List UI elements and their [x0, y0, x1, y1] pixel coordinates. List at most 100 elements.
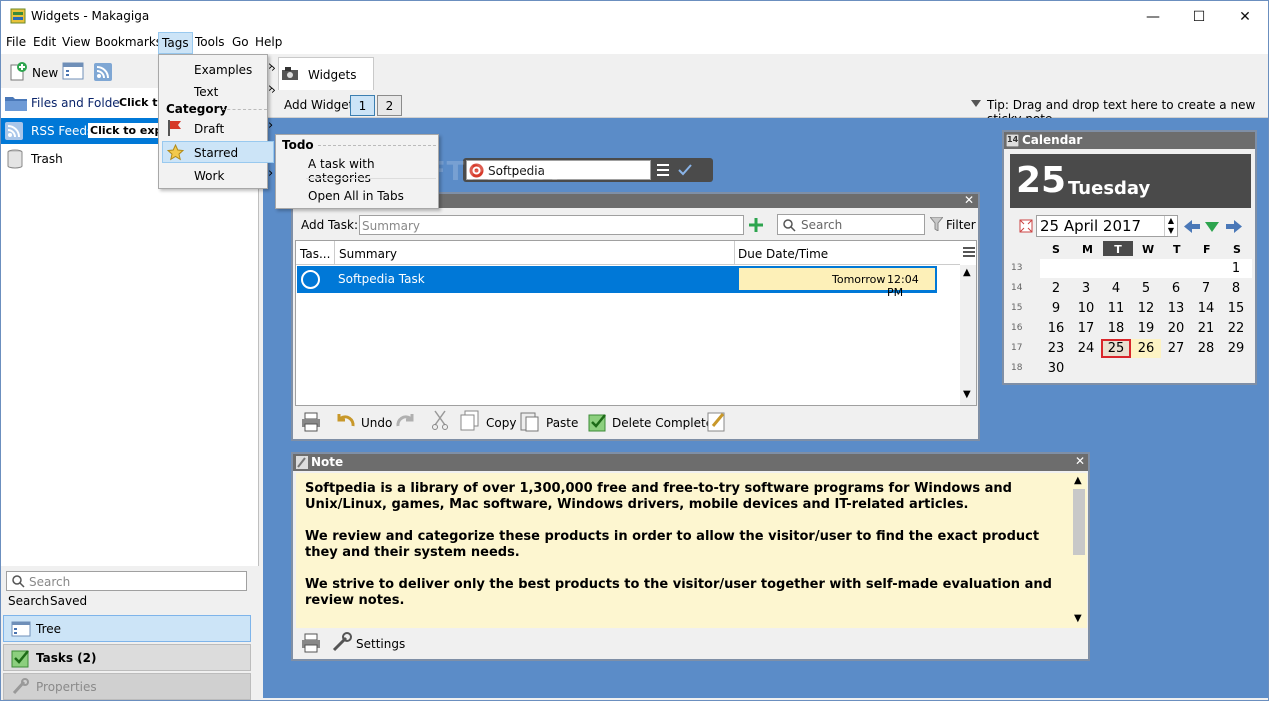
widget-view-icon[interactable]: [62, 62, 84, 80]
search-tab[interactable]: Search: [8, 594, 49, 608]
todo-search-input[interactable]: Search: [777, 214, 925, 235]
note-content[interactable]: Softpedia is a library of over 1,300,000…: [296, 473, 1071, 628]
menu-help[interactable]: Help: [255, 35, 282, 49]
paste-icon[interactable]: [520, 410, 540, 432]
scroll-up-icon[interactable]: ▲: [963, 267, 971, 278]
calendar-day[interactable]: 1: [1221, 259, 1251, 278]
menu-edit[interactable]: Edit: [33, 35, 56, 49]
calendar-day[interactable]: 10: [1071, 299, 1101, 318]
new-button[interactable]: New: [6, 59, 58, 83]
filter-icon[interactable]: [930, 217, 943, 231]
prev-month-icon[interactable]: [1184, 220, 1200, 233]
calendar-day[interactable]: 27: [1161, 339, 1191, 358]
menu-item-text[interactable]: Text: [194, 85, 218, 99]
cut-icon[interactable]: [431, 410, 449, 430]
task-table-scrollbar[interactable]: ▲ ▼: [960, 265, 976, 405]
menu-go[interactable]: Go: [232, 35, 249, 49]
scroll-up-icon[interactable]: ▲: [1074, 475, 1082, 486]
print-icon[interactable]: [301, 412, 321, 432]
scroll-thumb[interactable]: [1073, 489, 1085, 555]
column-header-due[interactable]: Due Date/Time: [738, 247, 828, 261]
menu-item-examples[interactable]: Examples: [194, 63, 252, 77]
settings-icon[interactable]: [331, 631, 353, 653]
current-month-icon[interactable]: [1205, 222, 1219, 232]
delete-completed-icon[interactable]: [588, 412, 608, 432]
settings-button[interactable]: Settings: [356, 637, 405, 651]
rss-icon[interactable]: [94, 63, 112, 81]
add-task-icon[interactable]: [749, 218, 763, 232]
menu-tools[interactable]: Tools: [195, 35, 225, 49]
scroll-down-icon[interactable]: ▼: [1074, 613, 1082, 624]
task-status-icon[interactable]: [300, 269, 321, 290]
tab-properties[interactable]: Properties: [3, 673, 251, 700]
calendar-day[interactable]: 3: [1071, 279, 1101, 298]
print-icon[interactable]: [301, 633, 321, 653]
page-1-button[interactable]: 1: [350, 95, 375, 116]
add-widget-button[interactable]: Add Widget: [284, 98, 353, 112]
calendar-day[interactable]: 5: [1131, 279, 1161, 298]
redo-icon[interactable]: [394, 412, 416, 430]
menu-item-work[interactable]: Work: [194, 169, 224, 183]
column-header-status[interactable]: Tas...: [300, 247, 330, 261]
calendar-day-today[interactable]: 25: [1101, 339, 1131, 358]
menu-tags[interactable]: Tags: [158, 32, 193, 54]
calendar-day[interactable]: 11: [1101, 299, 1131, 318]
calendar-day[interactable]: 21: [1191, 319, 1221, 338]
calendar-day[interactable]: 6: [1161, 279, 1191, 298]
tab-widgets[interactable]: Widgets: [278, 57, 374, 90]
table-row[interactable]: Softpedia Task Tomorrow 12:04 PM: [297, 266, 937, 299]
column-menu-icon[interactable]: [963, 246, 975, 258]
tab-tasks[interactable]: Tasks (2): [3, 644, 251, 671]
spinner-arrows-icon[interactable]: ▲ ▼: [1164, 216, 1177, 236]
today-icon[interactable]: [1019, 219, 1033, 233]
edit-icon[interactable]: [707, 410, 727, 432]
calendar-day[interactable]: 8: [1221, 279, 1251, 298]
page-2-button[interactable]: 2: [377, 95, 402, 116]
calendar-day[interactable]: 13: [1161, 299, 1191, 318]
copy-icon[interactable]: [460, 410, 480, 432]
calendar-day[interactable]: 30: [1041, 359, 1071, 378]
paste-button[interactable]: Paste: [546, 416, 578, 430]
delete-completed-button[interactable]: Delete Completed: [612, 416, 721, 430]
undo-icon[interactable]: [335, 412, 357, 430]
calendar-day[interactable]: 19: [1131, 319, 1161, 338]
calendar-day[interactable]: 26: [1131, 339, 1161, 358]
calendar-day[interactable]: 20: [1161, 319, 1191, 338]
menu-item-starred[interactable]: Starred: [162, 141, 274, 163]
undo-button[interactable]: Undo: [361, 416, 392, 430]
calendar-day[interactable]: 28: [1191, 339, 1221, 358]
next-month-icon[interactable]: [1226, 220, 1242, 233]
saved-tab[interactable]: Saved: [50, 594, 87, 608]
calendar-day[interactable]: 29: [1221, 339, 1251, 358]
column-header-summary[interactable]: Summary: [339, 247, 397, 261]
menu-lines-icon[interactable]: [657, 164, 669, 176]
filter-button[interactable]: Filter: [946, 218, 976, 232]
sidebar-search-input[interactable]: Search: [6, 571, 247, 591]
close-button[interactable]: ✕: [1222, 1, 1268, 32]
calendar-day[interactable]: 18: [1101, 319, 1131, 338]
calendar-day[interactable]: 22: [1221, 319, 1251, 338]
date-spinner[interactable]: 25 April 2017 ▲ ▼: [1036, 215, 1178, 237]
minimize-button[interactable]: —: [1130, 1, 1176, 32]
calendar-day[interactable]: 14: [1191, 299, 1221, 318]
task-summary-input[interactable]: Summary: [359, 215, 744, 235]
copy-button[interactable]: Copy: [486, 416, 516, 430]
calendar-day[interactable]: 17: [1071, 319, 1101, 338]
maximize-button[interactable]: ☐: [1176, 1, 1222, 32]
submenu-item-open-all[interactable]: Open All in Tabs: [308, 189, 404, 203]
menu-view[interactable]: View: [62, 35, 90, 49]
submenu-item-task[interactable]: A task with categories: [308, 157, 438, 185]
calendar-day[interactable]: 12: [1131, 299, 1161, 318]
calendar-day[interactable]: 9: [1041, 299, 1071, 318]
scroll-down-icon[interactable]: ▼: [963, 389, 971, 400]
checkmark-icon[interactable]: [678, 164, 692, 176]
calendar-day[interactable]: 24: [1071, 339, 1101, 358]
calendar-day[interactable]: 16: [1041, 319, 1071, 338]
todo-close-icon[interactable]: ✕: [964, 193, 974, 207]
calendar-day[interactable]: 2: [1041, 279, 1071, 298]
tab-tree[interactable]: Tree: [3, 615, 251, 642]
calendar-day[interactable]: 4: [1101, 279, 1131, 298]
calendar-day[interactable]: 23: [1041, 339, 1071, 358]
calendar-day[interactable]: 15: [1221, 299, 1251, 318]
menu-file[interactable]: File: [6, 35, 26, 49]
